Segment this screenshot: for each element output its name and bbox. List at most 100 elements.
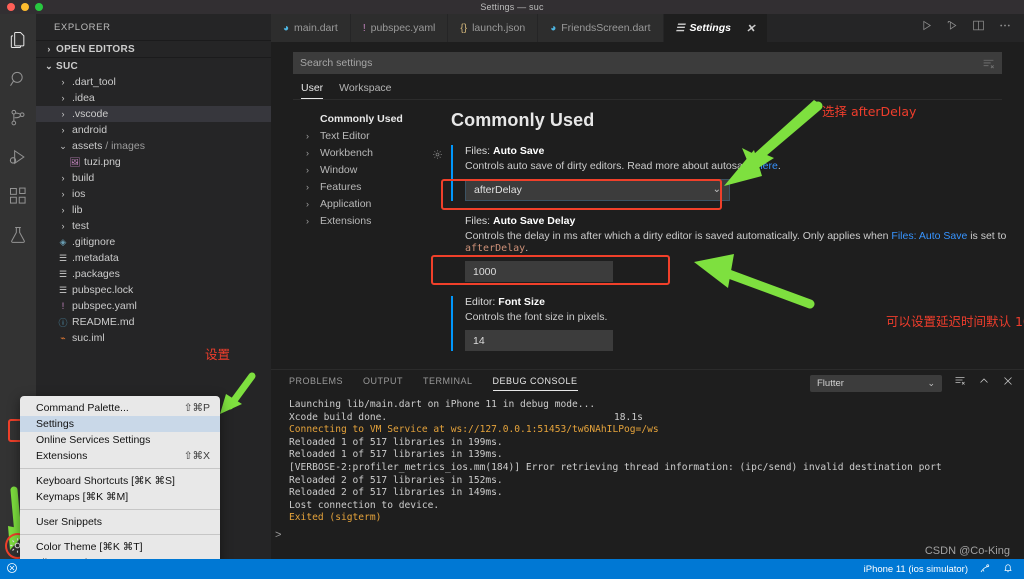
console-line: Reloaded 1 of 517 libraries in 139ms. [289, 449, 503, 461]
chevron-down-icon: ⌄ [45, 60, 53, 71]
menu-item-color-theme-k-t[interactable]: Color Theme [⌘K ⌘T] [20, 539, 220, 555]
tree-item-gitignore[interactable]: ◈ .gitignore [36, 234, 271, 250]
autosave-doc-link[interactable]: here [757, 160, 778, 172]
settings-toc-label: Text Editor [320, 129, 370, 142]
title-bar: Settings — suc [0, 0, 1024, 14]
editor-tab-launch-json[interactable]: {} launch.json [448, 14, 539, 42]
activity-run-and-debug[interactable] [0, 137, 36, 176]
tab-terminal[interactable]: TERMINAL [423, 376, 473, 390]
settings-toc-text-editor[interactable]: › Text Editor [306, 127, 411, 144]
tree-item-pubspec-lock[interactable]: ☰ pubspec.lock [36, 282, 271, 298]
files-auto-save-delay-input[interactable]: 1000 [465, 261, 613, 282]
close-window-button[interactable] [7, 3, 15, 11]
tab-debug-console[interactable]: DEBUG CONSOLE [492, 376, 578, 391]
debug-start-icon[interactable] [946, 19, 959, 37]
settings-toc-commonly-used[interactable]: Commonly Used [306, 110, 411, 127]
settings-search-input[interactable]: Search settings [293, 52, 1002, 74]
notifications-bell-icon[interactable] [1002, 562, 1014, 577]
tree-item-metadata[interactable]: ☰ .metadata [36, 250, 271, 266]
activity-extensions[interactable] [0, 176, 36, 215]
tree-item-packages[interactable]: ☰ .packages [36, 266, 271, 282]
status-device-label[interactable]: iPhone 11 (ios simulator) [864, 564, 968, 575]
close-tab-button[interactable]: ✕ [746, 22, 755, 35]
settings-toc-label: Extensions [320, 214, 372, 227]
menu-item-command-palette[interactable]: Command Palette... ⇧⌘P [20, 400, 220, 416]
close-icon[interactable] [1002, 374, 1014, 392]
editor-font-size-input[interactable]: 14 [465, 330, 613, 351]
tree-item-dart-tool[interactable]: › .dart_tool [36, 74, 271, 90]
tree-item-build[interactable]: › build [36, 170, 271, 186]
menu-item-settings[interactable]: Settings [20, 416, 220, 432]
tab-output[interactable]: OUTPUT [363, 376, 403, 390]
tree-item-assets-images[interactable]: ⌄ assets / images [36, 138, 271, 154]
minimize-window-button[interactable] [21, 3, 29, 11]
clear-console-icon[interactable] [954, 374, 966, 392]
files-auto-save-link[interactable]: Files: Auto Save [891, 230, 967, 242]
tree-item-test[interactable]: › test [36, 218, 271, 234]
menu-item-extensions[interactable]: Extensions ⇧⌘X [20, 448, 220, 464]
menu-item-user-snippets[interactable]: User Snippets [20, 514, 220, 530]
section-open-editors[interactable]: › OPEN EDITORS [36, 40, 271, 57]
settings-toc-features[interactable]: › Features [306, 178, 411, 195]
settings-toc-label: Window [320, 163, 358, 176]
debug-session-filter[interactable]: Flutter ⌄ [810, 374, 942, 392]
tree-item-readme-md[interactable]: ⓘ README.md [36, 314, 271, 330]
debug-console-prompt[interactable]: > [275, 529, 281, 541]
section-suc[interactable]: ⌄ SUC [36, 57, 271, 74]
tree-item-tuzi-png[interactable]: 🖼 tuzi.png [36, 154, 271, 170]
split-editor-icon[interactable] [972, 19, 985, 37]
settings-toc-application[interactable]: › Application [306, 195, 411, 212]
menu-item-keymaps-k-m[interactable]: Keymaps [⌘K ⌘M] [20, 489, 220, 505]
ellipsis-icon[interactable] [998, 19, 1012, 37]
tab-user[interactable]: User [301, 82, 324, 99]
gear-icon[interactable] [432, 147, 443, 165]
tree-item-pubspec-yaml[interactable]: ! pubspec.yaml [36, 298, 271, 314]
editor-font-size-value: 14 [473, 334, 485, 347]
console-line: Reloaded 1 of 517 libraries in 199ms. [289, 436, 503, 448]
chevron-right-icon: › [306, 198, 309, 209]
settings-toc-extensions[interactable]: › Extensions [306, 212, 411, 229]
settings-toc-workbench[interactable]: › Workbench [306, 144, 411, 161]
editor-tab-label: main.dart [294, 22, 338, 34]
editor-tab-label: pubspec.yaml [370, 22, 436, 34]
chevron-right-icon: › [306, 215, 309, 226]
menu-item-online-services-settings[interactable]: Online Services Settings [20, 432, 220, 448]
editor-tab-settings[interactable]: ☰ Settings ✕ [663, 14, 769, 42]
menu-item-keyboard-shortcuts-k-s[interactable]: Keyboard Shortcuts [⌘K ⌘S] [20, 473, 220, 489]
maximize-window-button[interactable] [35, 3, 43, 11]
setting-title: Editor: Font Size [465, 296, 545, 308]
remote-window-icon[interactable] [6, 562, 18, 577]
editor-tab-pubspec-yaml[interactable]: ! pubspec.yaml [350, 14, 449, 42]
window-controls[interactable] [7, 3, 43, 11]
tree-item-suc-iml[interactable]: ⌁ suc.iml [36, 330, 271, 346]
clear-settings-search-icon[interactable] [982, 57, 995, 73]
yaml-icon: ! [362, 22, 366, 34]
tree-item-label: README.md [72, 316, 135, 328]
menu-item-label: Settings [36, 418, 74, 430]
tree-item-android[interactable]: › android [36, 122, 271, 138]
chevron-right-icon: › [306, 181, 309, 192]
dart-devtools-icon[interactable] [979, 562, 991, 577]
tree-item-ios[interactable]: › ios [36, 186, 271, 202]
chevron-right-icon: › [61, 221, 65, 231]
chevron-right-icon: › [61, 109, 65, 119]
tree-item-idea[interactable]: › .idea [36, 90, 271, 106]
settings-toc: Commonly Used › Text Editor › Workbench › Wind… [271, 110, 411, 351]
activity-explorer[interactable] [0, 20, 36, 59]
activity-search[interactable] [0, 59, 36, 98]
editor-tab-main-dart[interactable]: ◕ main.dart [271, 14, 351, 42]
activity-testing[interactable] [0, 215, 36, 254]
play-icon[interactable] [920, 19, 933, 37]
editor-tab-friendsscreen-dart[interactable]: ◕ FriendsScreen.dart [538, 14, 664, 42]
files-auto-save-select[interactable]: afterDelay ⌄ [465, 179, 730, 201]
tree-item-vscode[interactable]: › .vscode [36, 106, 271, 122]
chevron-down-icon: ⌄ [712, 184, 721, 195]
menu-item-label: Keyboard Shortcuts [⌘K ⌘S] [36, 475, 175, 487]
tab-problems[interactable]: PROBLEMS [289, 376, 343, 390]
tree-item-lib[interactable]: › lib [36, 202, 271, 218]
tab-workspace[interactable]: Workspace [339, 82, 391, 99]
activity-source-control[interactable] [0, 98, 36, 137]
chevron-right-icon: › [47, 44, 51, 54]
chevron-up-icon[interactable] [978, 374, 990, 392]
settings-toc-window[interactable]: › Window [306, 161, 411, 178]
